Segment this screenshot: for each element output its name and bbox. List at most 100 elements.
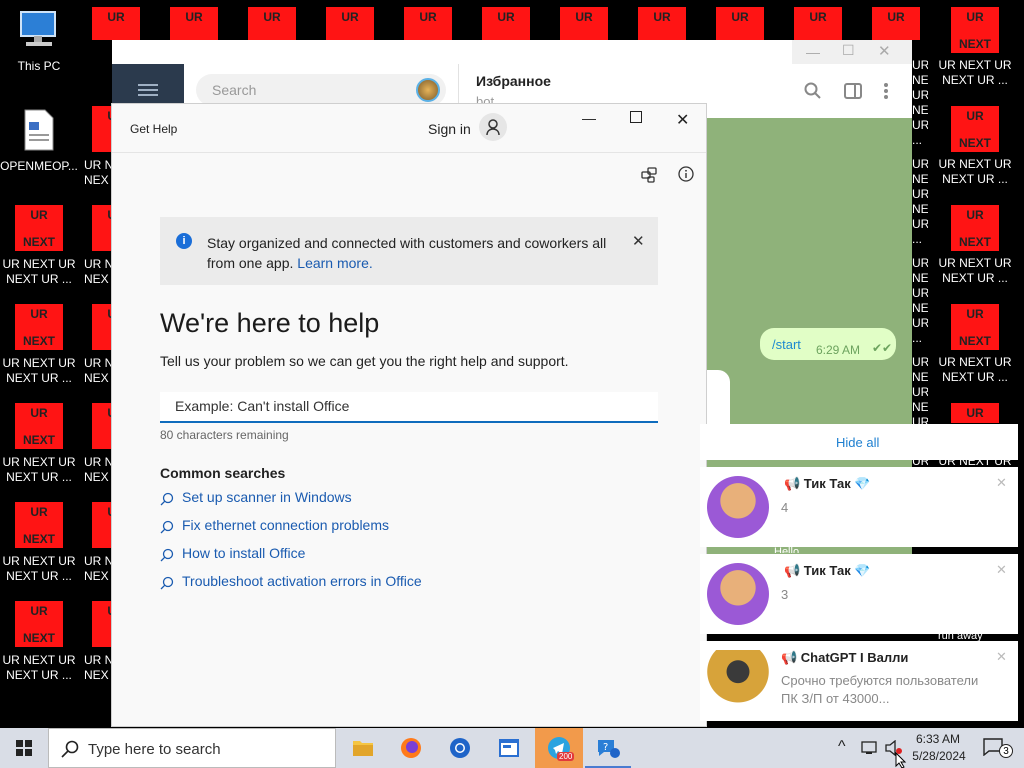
windows-logo-icon bbox=[16, 740, 32, 756]
ur-label: UR NEXT URNEXT UR ... bbox=[2, 455, 76, 484]
notification-card[interactable]: 📢 Тик Так 💎 4 ✕ bbox=[700, 467, 1018, 547]
ur-tile[interactable]: UR bbox=[951, 403, 999, 423]
learn-more-link[interactable]: Learn more. bbox=[297, 255, 372, 271]
ur-tile[interactable]: UR NEXT bbox=[15, 205, 63, 251]
hide-all-button[interactable]: Hide all bbox=[836, 435, 879, 450]
document-icon bbox=[24, 109, 54, 151]
ur-tile[interactable]: UR NEXT bbox=[15, 403, 63, 449]
clock-date[interactable]: 5/28/2024 bbox=[909, 749, 969, 763]
this-pc-shortcut[interactable]: This PC bbox=[0, 8, 78, 74]
problem-input[interactable]: Example: Can't install Office bbox=[160, 392, 658, 423]
ur-label: UR NEXT URNEXT UR ... bbox=[2, 653, 76, 682]
openmeop-label: OPENMEOP... bbox=[0, 159, 78, 173]
taskbar: Type here to search 200 ? ^ 6:33 AM 5/28… bbox=[0, 728, 1024, 768]
common-search-link[interactable]: Set up scanner in Windows bbox=[182, 489, 352, 505]
ur-tile[interactable]: UR NEXT bbox=[951, 205, 999, 251]
ur-tile[interactable]: UR bbox=[404, 7, 452, 40]
avatar bbox=[707, 476, 769, 538]
info-icon[interactable] bbox=[678, 166, 694, 182]
char-count: 80 characters remaining bbox=[160, 428, 289, 442]
search-icon bbox=[160, 576, 174, 590]
common-search-link[interactable]: Troubleshoot activation errors in Office bbox=[182, 573, 422, 589]
close-icon[interactable]: ✕ bbox=[996, 649, 1007, 665]
chrome-button[interactable] bbox=[437, 728, 483, 768]
ur-tile[interactable]: UR bbox=[92, 7, 140, 40]
network-icon[interactable] bbox=[861, 740, 879, 756]
ur-tile[interactable]: UR NEXT bbox=[15, 502, 63, 548]
notification-title: 📢 ChatGPT I Валли bbox=[781, 650, 909, 665]
close-icon[interactable]: ✕ bbox=[996, 475, 1007, 491]
openmeop-shortcut[interactable]: OPENMEOP... bbox=[0, 108, 78, 174]
browser-icon bbox=[450, 738, 470, 758]
get-help-taskbar-button[interactable]: ? bbox=[585, 728, 631, 768]
maximize-icon[interactable] bbox=[630, 111, 642, 123]
taskbar-search-box[interactable]: Type here to search bbox=[48, 728, 336, 768]
ur-tile[interactable]: UR NEXT bbox=[951, 106, 999, 152]
firefox-button[interactable] bbox=[388, 728, 434, 768]
read-check-icon: ✔✔ bbox=[872, 341, 893, 355]
ur-label: UR NEXT URNEXT UR ... bbox=[2, 257, 76, 286]
avatar[interactable] bbox=[416, 78, 440, 102]
more-icon[interactable] bbox=[882, 82, 890, 100]
ur-tile[interactable]: UR bbox=[638, 7, 686, 40]
action-center-button[interactable]: 3 bbox=[976, 728, 1016, 768]
ur-tile[interactable]: UR bbox=[560, 7, 608, 40]
minimize-icon[interactable]: — bbox=[806, 44, 820, 60]
input-placeholder: Example: Can't install Office bbox=[175, 398, 350, 414]
sidebar-toggle-icon[interactable] bbox=[844, 82, 862, 100]
page-title: We're here to help bbox=[160, 308, 380, 338]
clock-time[interactable]: 6:33 AM bbox=[914, 732, 962, 746]
ur-tile[interactable]: UR bbox=[248, 7, 296, 40]
minimize-icon[interactable]: — bbox=[582, 110, 596, 126]
ur-tile[interactable]: UR bbox=[716, 7, 764, 40]
chevron-up-icon[interactable]: ^ bbox=[838, 738, 846, 756]
notification-body: 3 bbox=[781, 587, 789, 602]
search-icon bbox=[160, 492, 174, 506]
notification-card[interactable]: 📢 Тик Так 💎 3 ✕ bbox=[700, 554, 1018, 634]
ur-tile[interactable]: UR bbox=[482, 7, 530, 40]
ur-tile[interactable]: UR bbox=[326, 7, 374, 40]
common-search-link[interactable]: How to install Office bbox=[182, 545, 305, 561]
search-input[interactable]: Search bbox=[196, 74, 446, 106]
message-bubble[interactable]: /start 6:29 AM ✔✔ bbox=[760, 328, 896, 360]
notification-body: Срочно требуются пользователи ПК З/П от … bbox=[781, 673, 979, 706]
ur-tile[interactable]: UR bbox=[872, 7, 920, 40]
telegram-taskbar-button[interactable]: 200 bbox=[535, 728, 583, 768]
notification-body: 4 bbox=[781, 500, 789, 515]
close-icon[interactable]: ✕ bbox=[996, 562, 1007, 578]
background-text: Hello bbox=[774, 546, 800, 553]
app-button[interactable] bbox=[486, 728, 532, 768]
ur-tile[interactable]: UR NEXT bbox=[951, 7, 999, 53]
message-time: 6:29 AM bbox=[816, 343, 861, 357]
search-icon[interactable] bbox=[804, 82, 822, 100]
ur-tile[interactable]: UR NEXT bbox=[15, 304, 63, 350]
ur-tile[interactable]: UR NEXT bbox=[15, 601, 63, 647]
svg-text:?: ? bbox=[603, 742, 608, 753]
info-circle-icon: i bbox=[176, 233, 192, 249]
ur-tile[interactable]: UR bbox=[170, 7, 218, 40]
ur-label: UR NEXT URNEXT UR ... bbox=[938, 157, 1012, 186]
message-text: /start bbox=[772, 337, 801, 352]
sign-in-link[interactable]: Sign in bbox=[428, 121, 471, 137]
close-icon[interactable]: ✕ bbox=[878, 42, 891, 60]
app-window-icon bbox=[499, 739, 519, 757]
ur-tile[interactable]: UR NEXT bbox=[951, 304, 999, 350]
start-button[interactable] bbox=[0, 728, 48, 768]
notification-card[interactable]: 📢 ChatGPT I Валли Срочно требуются польз… bbox=[700, 641, 1018, 721]
common-search-link[interactable]: Fix ethernet connection problems bbox=[182, 517, 389, 533]
account-button[interactable] bbox=[479, 113, 507, 141]
ur-label: UR NEXT URNEXT UR ... bbox=[938, 355, 1012, 384]
maximize-icon[interactable]: ☐ bbox=[842, 42, 855, 59]
ur-tile[interactable]: UR bbox=[794, 7, 842, 40]
close-icon[interactable]: ✕ bbox=[676, 110, 689, 130]
ur-label: UR NEXT URNEXT UR ... bbox=[2, 554, 76, 583]
share-icon[interactable] bbox=[640, 166, 658, 184]
notification-title: 📢 Тик Так 💎 bbox=[784, 476, 871, 491]
dismiss-banner-icon[interactable]: ✕ bbox=[632, 232, 645, 250]
ur-label: UR N NEX bbox=[84, 257, 114, 286]
ur-label: UR NEXT URNEXT UR ... bbox=[912, 256, 928, 345]
avatar bbox=[707, 650, 769, 712]
file-explorer-button[interactable] bbox=[340, 728, 386, 768]
ur-label: UR N NEX bbox=[84, 653, 114, 682]
ur-label: UR NEXT URNEXT UR ... bbox=[912, 58, 928, 147]
